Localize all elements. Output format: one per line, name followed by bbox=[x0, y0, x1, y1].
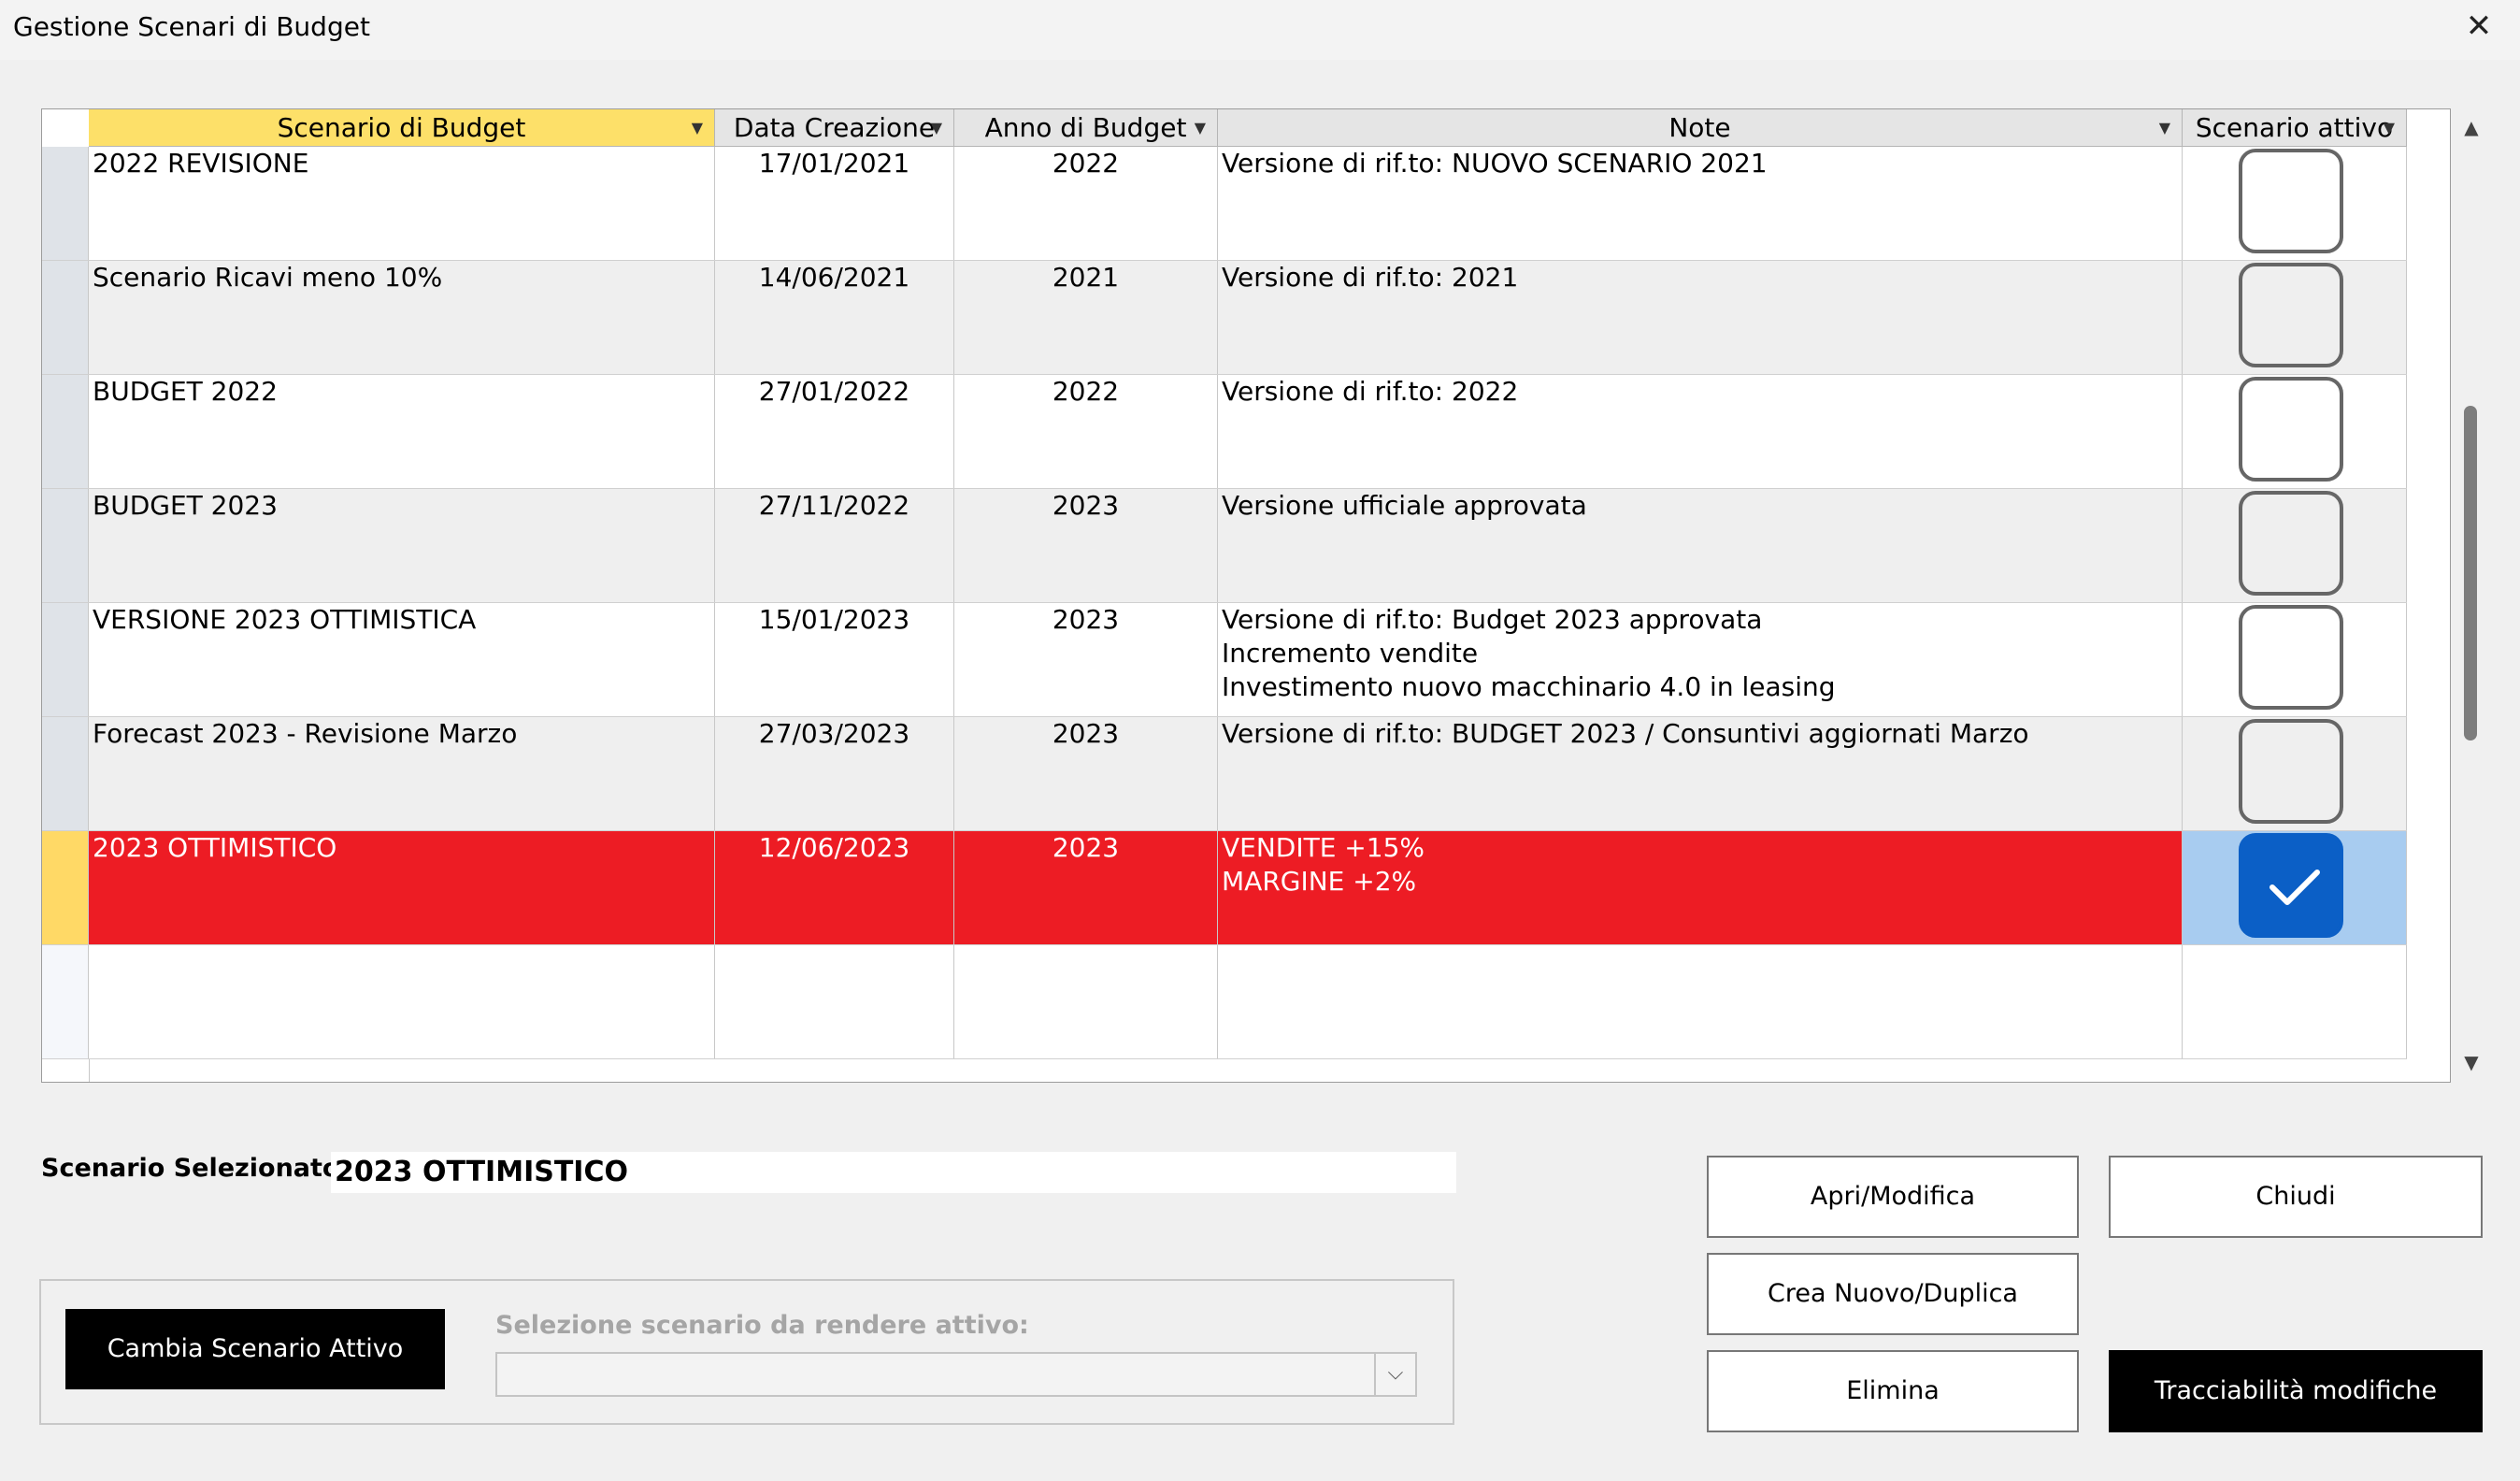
column-header-label: Scenario di Budget bbox=[277, 112, 526, 143]
row-selector[interactable] bbox=[42, 603, 89, 716]
table-row[interactable]: BUDGET 2022 27/01/2022 2022 Versione di … bbox=[42, 375, 2407, 489]
sort-dropdown-icon[interactable]: ▼ bbox=[2384, 109, 2395, 147]
cell-date[interactable]: 27/03/2023 bbox=[715, 717, 954, 830]
column-header-label: Anno di Budget bbox=[984, 112, 1187, 143]
selected-scenario-label: Scenario Selezionato: bbox=[41, 1154, 351, 1183]
traceability-button[interactable]: Tracciabilità modifiche bbox=[2109, 1350, 2483, 1432]
combo-label: Selezione scenario da rendere attivo: bbox=[495, 1311, 1029, 1340]
delete-button[interactable]: Elimina bbox=[1707, 1350, 2079, 1432]
table-row-selected[interactable]: 2023 OTTIMISTICO 12/06/2023 2023 VENDITE… bbox=[42, 831, 2407, 945]
sort-dropdown-icon[interactable]: ▼ bbox=[2159, 109, 2170, 147]
cell-active bbox=[2183, 831, 2407, 944]
active-checkbox[interactable] bbox=[2239, 833, 2343, 938]
cell-year[interactable]: 2023 bbox=[954, 831, 1218, 944]
cell-year[interactable]: 2022 bbox=[954, 375, 1218, 488]
active-checkbox[interactable] bbox=[2239, 719, 2343, 824]
cell-year[interactable]: 2023 bbox=[954, 717, 1218, 830]
active-checkbox[interactable] bbox=[2239, 491, 2343, 596]
scrollbar-thumb[interactable] bbox=[2464, 406, 2477, 740]
column-header-label: Scenario attivo bbox=[2195, 112, 2394, 143]
table-row[interactable]: 2022 REVISIONE 17/01/2021 2022 Versione … bbox=[42, 147, 2407, 261]
close-button[interactable]: Chiudi bbox=[2109, 1156, 2483, 1238]
row-selector[interactable] bbox=[42, 945, 89, 1058]
cell-active bbox=[2183, 147, 2407, 260]
chevron-down-icon[interactable]: ⌵ bbox=[1374, 1354, 1415, 1395]
row-selector[interactable] bbox=[42, 489, 89, 602]
cell-active bbox=[2183, 261, 2407, 374]
create-duplicate-button[interactable]: Crea Nuovo/Duplica bbox=[1707, 1253, 2079, 1335]
cell-date[interactable]: 15/01/2023 bbox=[715, 603, 954, 716]
column-header-note[interactable]: Note ▼ bbox=[1218, 109, 2183, 147]
window-title: Gestione Scenari di Budget bbox=[13, 11, 370, 42]
cell-note[interactable]: Versione di rif.to: 2022 bbox=[1218, 375, 2183, 488]
cell-date[interactable] bbox=[715, 945, 954, 1058]
sort-dropdown-icon[interactable]: ▼ bbox=[692, 109, 703, 147]
active-checkbox[interactable] bbox=[2239, 263, 2343, 367]
cell-scenario[interactable]: BUDGET 2022 bbox=[89, 375, 715, 488]
cell-note[interactable]: Versione di rif.to: Budget 2023 approvat… bbox=[1218, 603, 2183, 716]
cell-scenario[interactable]: Forecast 2023 - Revisione Marzo bbox=[89, 717, 715, 830]
cell-year[interactable]: 2023 bbox=[954, 603, 1218, 716]
cell-note[interactable]: Versione di rif.to: BUDGET 2023 / Consun… bbox=[1218, 717, 2183, 830]
row-selector[interactable] bbox=[42, 717, 89, 830]
selected-scenario-field: 2023 OTTIMISTICO bbox=[331, 1152, 1456, 1193]
cell-year[interactable] bbox=[954, 945, 1218, 1058]
column-header-active[interactable]: Scenario attivo ▼ bbox=[2183, 109, 2407, 147]
scroll-up-icon[interactable]: ▲ bbox=[2453, 116, 2490, 138]
cell-active bbox=[2183, 717, 2407, 830]
column-header-label: Data Creazione bbox=[733, 112, 936, 143]
cell-scenario[interactable]: 2022 REVISIONE bbox=[89, 147, 715, 260]
cell-note[interactable]: Versione ufficiale approvata bbox=[1218, 489, 2183, 602]
cell-note[interactable] bbox=[1218, 945, 2183, 1058]
column-header-label: Note bbox=[1668, 112, 1731, 143]
vertical-scrollbar[interactable]: ▲ ▼ bbox=[2453, 108, 2490, 1081]
sort-dropdown-icon[interactable]: ▼ bbox=[931, 109, 942, 147]
close-icon[interactable]: ✕ bbox=[2458, 6, 2499, 47]
column-header-year[interactable]: Anno di Budget ▼ bbox=[954, 109, 1218, 147]
cell-scenario[interactable]: VERSIONE 2023 OTTIMISTICA bbox=[89, 603, 715, 716]
cell-scenario[interactable]: BUDGET 2023 bbox=[89, 489, 715, 602]
cell-note[interactable]: VENDITE +15% MARGINE +2% bbox=[1218, 831, 2183, 944]
cell-year[interactable]: 2023 bbox=[954, 489, 1218, 602]
sort-dropdown-icon[interactable]: ▼ bbox=[1195, 109, 1206, 147]
cell-date[interactable]: 12/06/2023 bbox=[715, 831, 954, 944]
new-record-row[interactable] bbox=[42, 945, 2407, 1059]
cell-date[interactable]: 14/06/2021 bbox=[715, 261, 954, 374]
cell-scenario[interactable] bbox=[89, 945, 715, 1058]
checkmark-icon bbox=[2269, 870, 2320, 905]
cell-scenario[interactable]: 2023 OTTIMISTICO bbox=[89, 831, 715, 944]
open-edit-button[interactable]: Apri/Modifica bbox=[1707, 1156, 2079, 1238]
change-active-button[interactable]: Cambia Scenario Attivo bbox=[65, 1309, 445, 1389]
row-selector[interactable] bbox=[42, 831, 89, 944]
cell-scenario[interactable]: Scenario Ricavi meno 10% bbox=[89, 261, 715, 374]
cell-date[interactable]: 27/01/2022 bbox=[715, 375, 954, 488]
cell-note[interactable]: Versione di rif.to: NUOVO SCENARIO 2021 bbox=[1218, 147, 2183, 260]
row-selector[interactable] bbox=[42, 375, 89, 488]
column-header-date[interactable]: Data Creazione ▼ bbox=[715, 109, 954, 147]
cell-active bbox=[2183, 375, 2407, 488]
cell-date[interactable]: 17/01/2021 bbox=[715, 147, 954, 260]
table-row[interactable]: Forecast 2023 - Revisione Marzo 27/03/20… bbox=[42, 717, 2407, 831]
scenario-select-combo[interactable]: ⌵ bbox=[495, 1352, 1417, 1397]
scenarios-grid: Scenario di Budget ▼ Data Creazione ▼ An… bbox=[41, 108, 2451, 1083]
active-checkbox[interactable] bbox=[2239, 605, 2343, 710]
scroll-down-icon[interactable]: ▼ bbox=[2453, 1051, 2490, 1073]
cell-year[interactable]: 2021 bbox=[954, 261, 1218, 374]
cell-date[interactable]: 27/11/2022 bbox=[715, 489, 954, 602]
table-row[interactable]: BUDGET 2023 27/11/2022 2023 Versione uff… bbox=[42, 489, 2407, 603]
cell-note[interactable]: Versione di rif.to: 2021 bbox=[1218, 261, 2183, 374]
cell-active bbox=[2183, 489, 2407, 602]
title-bar: Gestione Scenari di Budget ✕ bbox=[0, 0, 2520, 60]
cell-active bbox=[2183, 945, 2407, 1058]
column-header-scenario[interactable]: Scenario di Budget ▼ bbox=[89, 109, 715, 147]
cell-year[interactable]: 2022 bbox=[954, 147, 1218, 260]
table-row[interactable]: Scenario Ricavi meno 10% 14/06/2021 2021… bbox=[42, 261, 2407, 375]
active-checkbox[interactable] bbox=[2239, 377, 2343, 482]
cell-active bbox=[2183, 603, 2407, 716]
active-checkbox[interactable] bbox=[2239, 149, 2343, 253]
row-selector[interactable] bbox=[42, 261, 89, 374]
row-selector[interactable] bbox=[42, 147, 89, 260]
table-row[interactable]: VERSIONE 2023 OTTIMISTICA 15/01/2023 202… bbox=[42, 603, 2407, 717]
